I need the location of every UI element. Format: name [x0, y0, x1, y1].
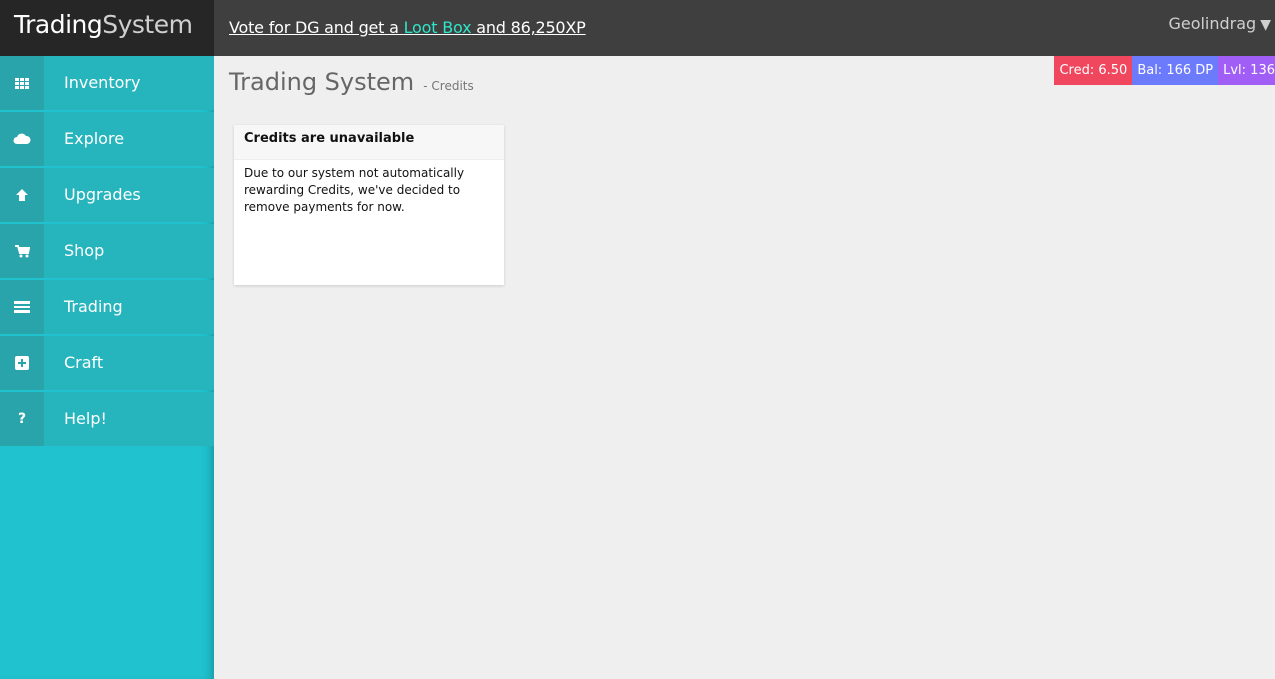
- sidebar-item-label: Explore: [64, 129, 125, 148]
- top-bar: TradingSystem Vote for DG and get a Loot…: [0, 0, 1275, 56]
- sidebar-item-label: Help!: [64, 409, 107, 428]
- credits-card: Credits are unavailable Due to our syste…: [234, 125, 504, 285]
- brand-logo[interactable]: TradingSystem: [0, 0, 214, 56]
- sidebar-item-label: Trading: [64, 297, 123, 316]
- promo-suffix: and 86,250XP: [471, 18, 586, 37]
- sidebar-item-shop[interactable]: Shop: [0, 224, 214, 278]
- sidebar-item-label: Upgrades: [64, 185, 141, 204]
- brand-part2: System: [102, 10, 193, 39]
- grid-icon: [0, 56, 44, 110]
- stats-bar: Cred: 6.50 Bal: 166 DP Lvl: 136: [1054, 56, 1275, 85]
- sidebar-item-label: Shop: [64, 241, 105, 260]
- page-subtitle: - Credits: [423, 79, 474, 93]
- card-body: Due to our system not automatically rewa…: [244, 166, 465, 214]
- main-content: Trading System - Credits Cred: 6.50 Bal:…: [214, 56, 1275, 679]
- sidebar-item-trading[interactable]: Trading: [0, 280, 214, 334]
- sidebar-item-inventory[interactable]: Inventory: [0, 56, 214, 110]
- sidebar-item-help[interactable]: ? Help!: [0, 392, 214, 446]
- arrow-up-icon: [0, 168, 44, 222]
- level-badge: Lvl: 136: [1218, 56, 1275, 85]
- sidebar-item-label: Inventory: [64, 73, 141, 92]
- brand-part1: Trading: [14, 10, 103, 39]
- dropdown-caret-icon: ▼: [1260, 17, 1271, 33]
- question-icon: ?: [0, 392, 44, 446]
- sidebar: Inventory Explore Upgrades Shop Trading …: [0, 56, 214, 679]
- page-title: Trading System - Credits: [229, 68, 474, 96]
- username: Geolindrag: [1168, 14, 1257, 33]
- card-title: Credits are unavailable: [234, 125, 504, 160]
- page-title-text: Trading System: [229, 68, 415, 96]
- sidebar-item-label: Craft: [64, 353, 104, 372]
- sidebar-item-craft[interactable]: Craft: [0, 336, 214, 390]
- loot-box-link[interactable]: Loot Box: [404, 18, 472, 37]
- user-menu[interactable]: Geolindrag ▼: [1168, 14, 1271, 33]
- cart-icon: [0, 224, 44, 278]
- balance-badge: Bal: 166 DP: [1132, 56, 1219, 85]
- cloud-icon: [0, 112, 44, 166]
- sidebar-item-upgrades[interactable]: Upgrades: [0, 168, 214, 222]
- credits-badge: Cred: 6.50: [1054, 56, 1133, 85]
- vote-promo-link[interactable]: Vote for DG and get a Loot Box and 86,25…: [229, 18, 586, 37]
- sidebar-item-explore[interactable]: Explore: [0, 112, 214, 166]
- list-icon: [0, 280, 44, 334]
- promo-prefix: Vote for DG and get a: [229, 18, 404, 37]
- plus-square-icon: [0, 336, 44, 390]
